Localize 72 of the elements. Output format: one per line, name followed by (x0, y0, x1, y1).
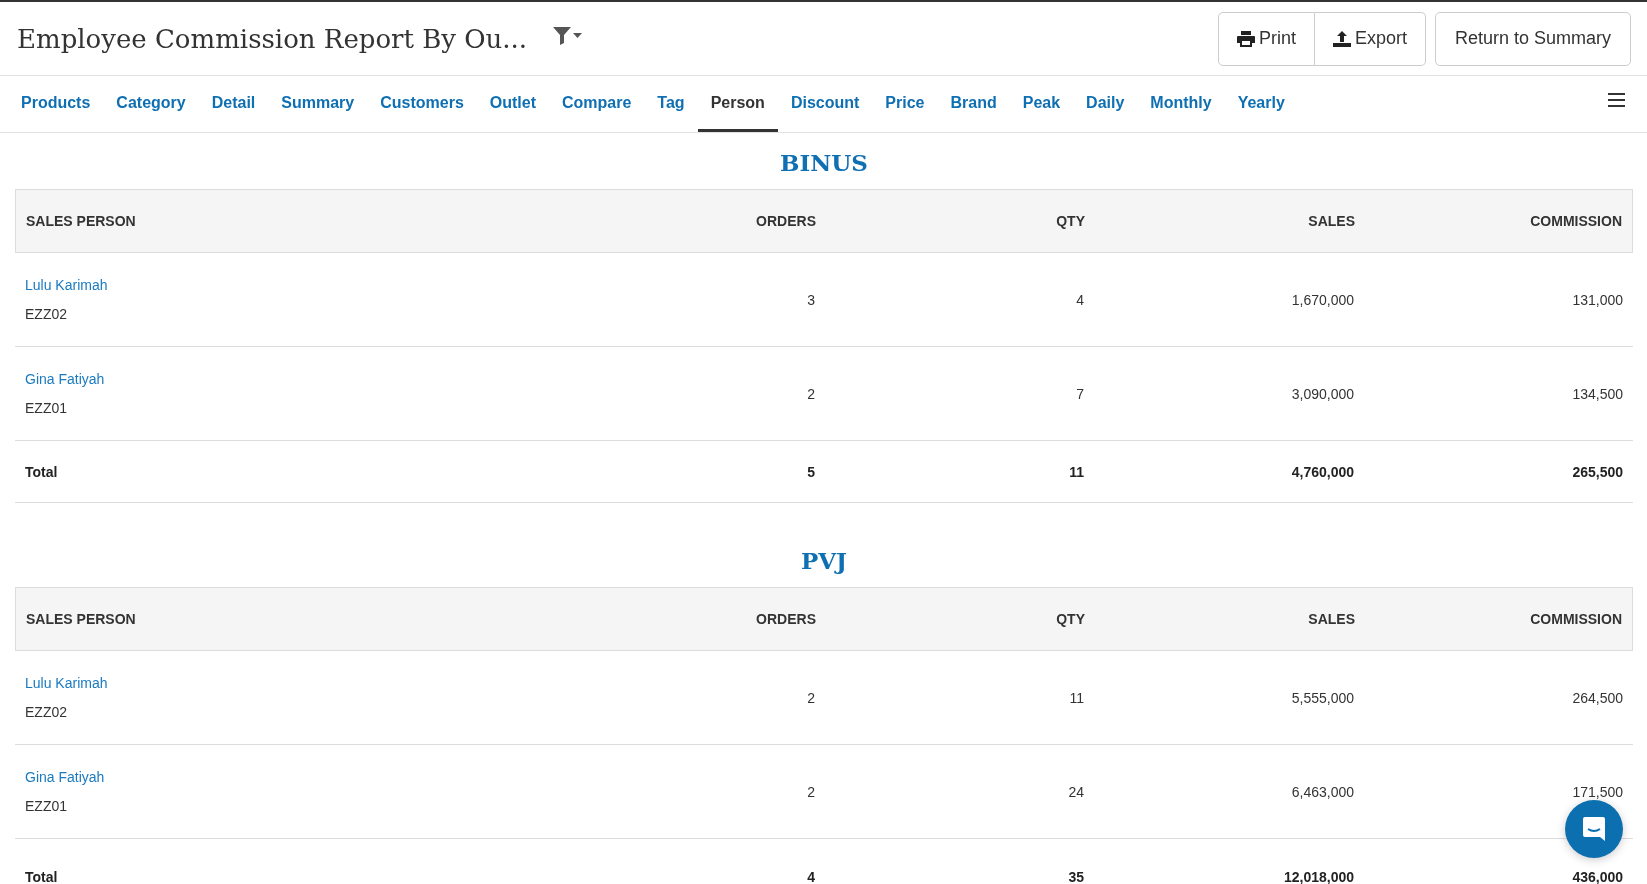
table-cell-text: 3 (806, 291, 816, 308)
total-cell-text: 4 (806, 869, 816, 884)
column-header: QTY (1055, 611, 1086, 627)
report-tab[interactable]: Summary (268, 76, 368, 132)
table-cell-text: 1,670,000 (1290, 291, 1355, 308)
report-tab[interactable]: Compare (549, 76, 645, 132)
table-cell-text: 131,000 (1571, 291, 1624, 308)
table-cell-text: 4 (1075, 291, 1085, 308)
total-cell-text: 35 (1067, 869, 1085, 884)
column-header: COMMISSION (1529, 611, 1623, 627)
table-cell-text: 3,090,000 (1290, 385, 1355, 402)
column-header: SALES PERSON (25, 213, 137, 229)
report-tab[interactable]: Person (697, 76, 778, 132)
report-tab[interactable]: Products (8, 76, 104, 132)
total-cell-text: 5 (806, 463, 816, 480)
report-tab[interactable]: Yearly (1224, 76, 1298, 132)
person-code: EZZ01 (25, 798, 67, 814)
total-cell-text: 12,018,000 (1282, 869, 1355, 884)
column-header: SALES PERSON (25, 611, 137, 627)
report-title: Employee Commission Report By Ou... (17, 23, 528, 54)
report-tab[interactable]: Brand (937, 76, 1010, 132)
person-code: EZZ02 (25, 704, 67, 720)
chat-bubble-icon (1580, 815, 1608, 843)
menu-icon[interactable] (1608, 93, 1625, 107)
table-cell-text: 2 (806, 783, 816, 800)
report-tab[interactable]: Discount (777, 76, 873, 132)
print-button[interactable]: Print (1217, 11, 1315, 66)
table-cell-text: 134,500 (1571, 385, 1624, 402)
table-cell-text: 24 (1067, 783, 1085, 800)
section-title: BINUS (779, 148, 869, 178)
table-cell-text: 171,500 (1571, 783, 1624, 800)
report-tab[interactable]: Daily (1073, 76, 1138, 132)
chat-button[interactable] (1565, 800, 1623, 858)
export-button[interactable]: Export (1314, 11, 1426, 66)
upload-icon (1332, 30, 1351, 47)
table-cell-text: 7 (1075, 385, 1085, 402)
table-cell-text: 6,463,000 (1290, 783, 1355, 800)
column-header: SALES (1307, 213, 1356, 229)
return-to-summary-button[interactable]: Return to Summary (1434, 11, 1631, 66)
column-header: ORDERS (755, 611, 817, 627)
printer-icon (1236, 30, 1255, 47)
column-header: ORDERS (755, 213, 817, 229)
person-link[interactable]: Gina Fatiyah (25, 371, 105, 387)
column-header: COMMISSION (1529, 213, 1623, 229)
table-cell-text: 264,500 (1571, 689, 1624, 706)
column-header: SALES (1307, 611, 1356, 627)
report-tab[interactable]: Category (103, 76, 199, 132)
person-link[interactable]: Gina Fatiyah (25, 769, 105, 785)
total-cell-text: 4,760,000 (1290, 463, 1355, 480)
total-cell-text: 265,500 (1571, 463, 1624, 480)
report-tab[interactable]: Monthly (1137, 76, 1225, 132)
report-tab[interactable]: Peak (1009, 76, 1074, 132)
person-link[interactable]: Lulu Karimah (25, 675, 108, 691)
person-link[interactable]: Lulu Karimah (25, 277, 108, 293)
report-tab[interactable]: Tag (644, 76, 698, 132)
column-header: QTY (1055, 213, 1086, 229)
report-tab[interactable]: Price (872, 76, 938, 132)
total-label: Total (24, 869, 59, 884)
filter-icon[interactable] (553, 26, 584, 45)
total-label: Total (24, 463, 59, 480)
section-title: PVJ (800, 546, 848, 576)
total-cell-text: 436,000 (1571, 869, 1624, 884)
table-cell-text: 2 (806, 385, 816, 402)
table-cell-text: 2 (806, 689, 816, 706)
person-code: EZZ02 (25, 306, 67, 322)
report-tab[interactable]: Detail (198, 76, 269, 132)
report-tab[interactable]: Outlet (476, 76, 549, 132)
table-cell-text: 11 (1068, 689, 1085, 706)
report-tab[interactable]: Customers (367, 76, 477, 132)
person-code: EZZ01 (25, 400, 67, 416)
total-cell-text: 11 (1068, 463, 1085, 480)
table-cell-text: 5,555,000 (1290, 689, 1355, 706)
